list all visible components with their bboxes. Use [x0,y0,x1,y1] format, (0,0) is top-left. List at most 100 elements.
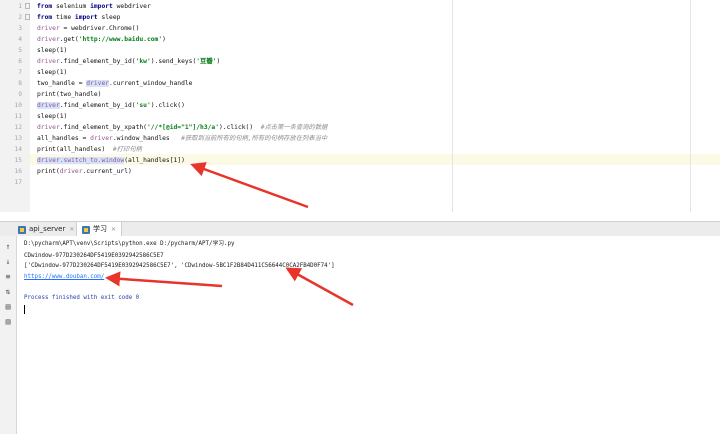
code-token: sleep(1) [37,113,68,120]
tab-xuexi[interactable]: 学习 ✕ [76,222,123,236]
code-token: print( [37,168,60,175]
code-token: ).send_keys( [150,58,197,65]
python-file-icon [18,225,26,234]
print-icon[interactable]: ▤ [3,302,13,312]
code-token: driver [86,80,110,87]
console-caret [24,305,25,314]
fold-marker-icon[interactable] [25,14,30,20]
code-token: driver [37,58,60,65]
code-editor[interactable]: 1 2 3 4 5 6 7 8 9 10 11 12 13 14 15 16 17 from selenium … [0,0,720,212]
code-token: #点击第一条查询的数据 [260,124,328,131]
code-line[interactable]: print(driver.current_url) [37,166,132,177]
code-token: driver [37,25,60,32]
code-token: driver [37,102,60,109]
code-token: ) [216,58,221,65]
fold-marker-icon[interactable] [25,3,30,9]
code-token: '//*[@id="1"]/h3/a' [146,124,219,131]
trash-icon[interactable]: ▥ [3,317,13,327]
close-icon[interactable]: ✕ [111,226,116,233]
line-number: 3 [18,25,22,32]
code-token: selenium [52,3,91,10]
code-token: sleep [97,14,121,21]
code-line[interactable]: print(two_handle) [37,89,101,100]
close-icon[interactable]: ✕ [69,226,74,233]
code-token: driver [37,36,60,43]
line-number: 2 [18,14,22,21]
console-toolbar: ↑ ↓ ≡ ⇅ ▤ ▥ [0,236,17,434]
up-arrow-icon[interactable]: ↑ [3,242,13,252]
code-token: webdriver [112,3,151,10]
tab-label: api_server [29,225,66,233]
down-arrow-icon[interactable]: ↓ [3,257,13,267]
code-token: .find_element_by_xpath( [59,124,147,131]
code-line[interactable]: sleep(1) [37,45,67,56]
code-token: #获取到当前所有的句柄,所有的句柄存放在列表当中 [181,135,328,142]
code-token: sleep(1) [37,69,68,76]
code-line[interactable]: driver.switch_to.window(all_handles[1]) [37,155,185,166]
code-line[interactable]: driver = webdriver.Chrome() [37,23,139,34]
code-line[interactable]: driver.find_element_by_id('su').click() [37,100,185,111]
code-token: (all_handles[1]) [124,157,185,164]
line-number: 5 [18,47,22,54]
code-token: driver [37,124,60,131]
line-number: 1 [18,3,22,10]
code-token: ) [162,36,166,43]
console-url-link[interactable]: https://www.douban.com/ [24,272,104,282]
code-line[interactable]: from time import sleep [37,12,120,23]
tab-api-server[interactable]: api_server ✕ [14,222,78,236]
line-number: 14 [14,146,22,153]
code-token: driver.switch_to.window [37,157,125,164]
code-line[interactable]: print(all_handles) #打印句柄 [37,144,142,155]
python-file-icon [82,225,90,234]
code-token: .find_element_by_id( [59,58,136,65]
code-token: 'kw' [135,58,151,65]
code-token: from [37,14,53,21]
code-line[interactable]: two_handle = driver.current_window_handl… [37,78,192,89]
code-token: time [52,14,75,21]
code-token: import [74,14,98,21]
code-token: driver [59,168,83,175]
code-token: .get( [59,36,79,43]
code-token: all_handles = [37,135,91,142]
line-number: 4 [18,36,22,43]
code-token: .current_url) [82,168,132,175]
code-line[interactable]: from selenium import webdriver [37,1,151,12]
code-token: driver [90,135,113,142]
run-tab-bar: api_server ✕ 学习 ✕ [0,221,720,237]
code-line[interactable]: sleep(1) [37,111,67,122]
right-margin-guide-2 [690,0,691,212]
line-number: 8 [18,80,22,87]
code-line[interactable]: driver.find_element_by_id('kw').send_key… [37,56,220,67]
line-number: 13 [14,135,22,142]
line-number: 7 [18,69,22,76]
line-number: 12 [14,124,22,131]
code-token: ).click() [150,102,185,109]
code-token: #打印句柄 [112,146,142,153]
line-number: 11 [14,113,22,120]
code-line[interactable]: all_handles = driver.window_handles #获取到… [37,133,327,144]
code-line[interactable]: driver.find_element_by_xpath('//*[@id="1… [37,122,327,133]
line-number: 6 [18,58,22,65]
code-token: import [90,3,113,10]
line-number: 9 [18,91,22,98]
code-token: = webdriver.Chrome() [59,25,140,32]
code-token: from [37,3,53,10]
console-handles-list: ['CDwindow-977D230264DF5419E0392942586C5… [24,263,335,269]
code-token: .window_handles [112,135,182,142]
code-token: print(all_handles) [37,146,113,153]
wrap-icon[interactable]: ≡ [3,272,13,282]
code-token: .current_window_handle [109,80,193,87]
console-exit-status: Process finished with exit code 0 [24,295,140,301]
tab-label: 学习 [93,225,107,233]
code-token: print(two_handle) [37,91,102,98]
line-number: 15 [14,157,22,164]
code-token: 'su' [135,102,151,109]
code-line[interactable]: sleep(1) [37,67,67,78]
run-console[interactable]: D:\pycharm\APT\venv\Scripts\python.exe D… [17,236,720,434]
code-token: ).click() [218,124,261,131]
sort-icon[interactable]: ⇅ [3,287,13,297]
line-number: 16 [14,168,22,175]
line-number: 17 [14,179,22,186]
code-line[interactable]: driver.get('http://www.baidu.com') [37,34,166,45]
code-token: 'http://www.baidu.com' [78,36,163,43]
